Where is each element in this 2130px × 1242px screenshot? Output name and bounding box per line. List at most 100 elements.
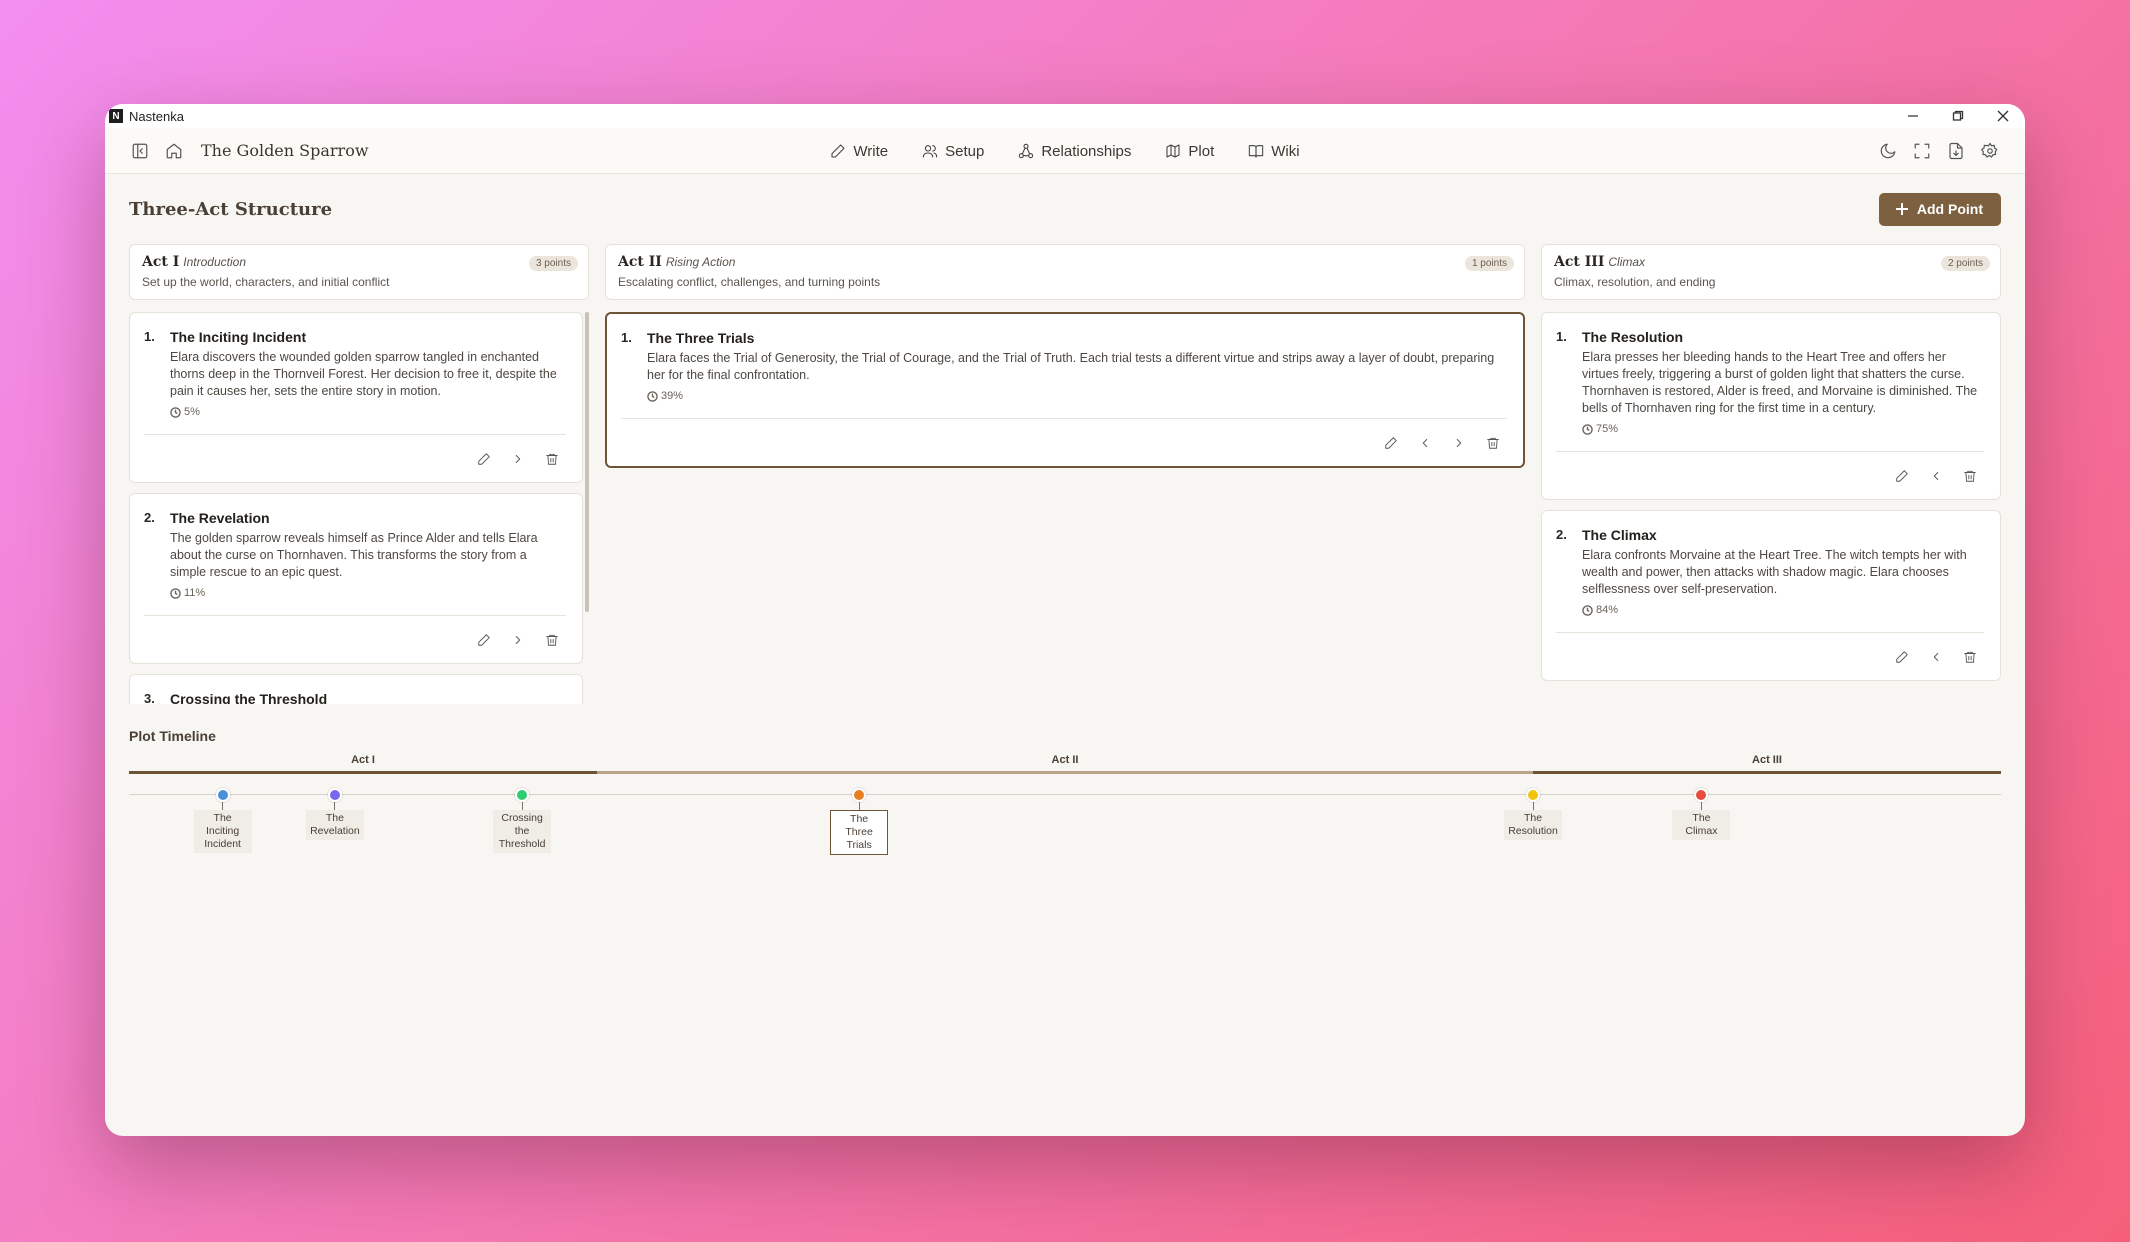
- plot-card-selected[interactable]: 1. The Three Trials Elara faces the Tria…: [605, 312, 1525, 468]
- home-button[interactable]: [157, 134, 191, 168]
- card-text: Elara discovers the wounded golden sparr…: [170, 350, 557, 398]
- close-window-button[interactable]: [1980, 104, 2025, 128]
- act-name: Act II: [618, 254, 662, 270]
- page-header: Three-Act Structure Add Point: [129, 174, 2001, 244]
- timeline-stem: [521, 802, 523, 810]
- act-column-3: Act III Climax Climax, resolution, and en…: [1541, 244, 2001, 704]
- cards-list[interactable]: 1. The Inciting Incident Elara discovers…: [129, 312, 589, 704]
- card-number: 1.: [621, 330, 632, 345]
- act-columns: Act I Introduction Set up the world, char…: [129, 244, 2001, 704]
- settings-button[interactable]: [1973, 134, 2007, 168]
- card-actions: [144, 434, 566, 482]
- minimize-button[interactable]: [1890, 104, 1935, 128]
- nav-write[interactable]: Write: [820, 137, 898, 166]
- card-actions: [1556, 632, 1984, 680]
- nav-relationships[interactable]: Relationships: [1008, 137, 1141, 166]
- timeline-act-bar: [597, 771, 1533, 774]
- card-progress: 39%: [647, 390, 1507, 402]
- cards-list[interactable]: 1. The Three Trials Elara faces the Tria…: [605, 312, 1525, 704]
- timeline-point[interactable]: The Climax: [1661, 788, 1741, 840]
- plus-icon: [1895, 203, 1908, 215]
- timeline-act-label: Act I: [351, 754, 375, 766]
- clock-icon: [170, 587, 181, 599]
- timeline-point[interactable]: Crossing the Threshold: [482, 788, 562, 853]
- plot-card[interactable]: 3. Crossing the Threshold: [129, 674, 583, 704]
- timeline-point-label: Crossing the Threshold: [493, 810, 552, 853]
- close-icon: [1997, 110, 2008, 122]
- timeline-stem: [1532, 802, 1534, 810]
- trash-icon: [1964, 470, 1976, 482]
- file-download-icon: [1949, 142, 1963, 159]
- timeline-stem: [858, 802, 860, 810]
- delete-button[interactable]: [1956, 462, 1984, 490]
- plot-card[interactable]: 1. The Inciting Incident Elara discovers…: [129, 312, 583, 483]
- plot-card[interactable]: 1. The Resolution Elara presses her blee…: [1541, 312, 2001, 500]
- minimize-icon: [1907, 115, 1918, 117]
- users-icon: [922, 145, 938, 158]
- sidebar-icon: [132, 143, 148, 158]
- scrollbar[interactable]: [585, 312, 589, 612]
- move-right-button[interactable]: [504, 445, 532, 473]
- pencil-icon: [1896, 650, 1908, 663]
- timeline-point-label: The Resolution: [1504, 810, 1562, 840]
- timeline-act-label: Act II: [1051, 754, 1079, 766]
- move-left-button[interactable]: [1922, 643, 1950, 671]
- act-subtitle: Introduction: [183, 255, 246, 269]
- plot-card[interactable]: 2. The Climax Elara confronts Morvaine a…: [1541, 510, 2001, 681]
- move-left-button[interactable]: [1922, 462, 1950, 490]
- act-column-1: Act I Introduction Set up the world, char…: [129, 244, 589, 704]
- delete-button[interactable]: [1956, 643, 1984, 671]
- edit-button[interactable]: [470, 445, 498, 473]
- toggle-sidebar-button[interactable]: [123, 134, 157, 168]
- add-point-button[interactable]: Add Point: [1878, 192, 2001, 226]
- main-content: Three-Act Structure Add Point Act I Intro…: [105, 174, 2025, 894]
- timeline-point[interactable]: The Three Trials: [819, 788, 899, 855]
- export-button[interactable]: [1939, 134, 1973, 168]
- timeline-act-label: Act III: [1752, 754, 1782, 766]
- card-title: The Resolution: [1582, 329, 1684, 345]
- card-progress: 5%: [170, 406, 566, 418]
- edit-button[interactable]: [470, 626, 498, 654]
- nav-plot[interactable]: Plot: [1155, 137, 1224, 166]
- move-right-button[interactable]: [1445, 429, 1473, 457]
- chevron-left-icon: [1933, 471, 1939, 480]
- edit-button[interactable]: [1888, 462, 1916, 490]
- nav-label: Setup: [945, 142, 985, 160]
- timeline-title: Plot Timeline: [129, 728, 216, 744]
- timeline-dot: [1694, 788, 1709, 802]
- restore-button[interactable]: [1935, 104, 1980, 128]
- timeline-stem: [222, 802, 224, 810]
- card-progress: 75%: [1582, 423, 1984, 435]
- plot-timeline: Plot Timeline Act I Act II Act III The Inci…: [129, 728, 2001, 894]
- fullscreen-button[interactable]: [1905, 134, 1939, 168]
- timeline-act-bar: [1533, 771, 2001, 774]
- card-number: 2.: [144, 510, 155, 525]
- delete-button[interactable]: [538, 445, 566, 473]
- card-progress: 84%: [1582, 604, 1984, 616]
- move-left-button[interactable]: [1411, 429, 1439, 457]
- card-text: Elara confronts Morvaine at the Heart Tr…: [1582, 548, 1967, 596]
- timeline-stem: [1700, 802, 1702, 810]
- card-text: The golden sparrow reveals himself as Pr…: [170, 531, 538, 579]
- timeline-dot: [327, 788, 342, 802]
- timeline-point[interactable]: The Revelation: [295, 788, 375, 840]
- cards-list[interactable]: 1. The Resolution Elara presses her blee…: [1541, 312, 2001, 704]
- clock-icon: [647, 390, 658, 402]
- delete-button[interactable]: [538, 626, 566, 654]
- timeline-point[interactable]: The Inciting Incident: [183, 788, 263, 853]
- timeline-point[interactable]: The Resolution: [1493, 788, 1573, 840]
- timeline-point-label: The Climax: [1672, 810, 1731, 840]
- plot-card[interactable]: 2. The Revelation The golden sparrow rev…: [129, 493, 583, 664]
- edit-button[interactable]: [1377, 429, 1405, 457]
- nav-setup[interactable]: Setup: [912, 137, 994, 166]
- chevron-right-icon: [515, 454, 521, 463]
- add-point-label: Add Point: [1916, 201, 1983, 217]
- edit-button[interactable]: [1888, 643, 1916, 671]
- nav-wiki[interactable]: Wiki: [1238, 137, 1309, 166]
- dark-mode-button[interactable]: [1871, 134, 1905, 168]
- chevron-left-icon: [1933, 652, 1939, 661]
- move-right-button[interactable]: [504, 626, 532, 654]
- delete-button[interactable]: [1479, 429, 1507, 457]
- card-text: Elara presses her bleeding hands to the …: [1582, 350, 1978, 415]
- pencil-icon: [1896, 469, 1908, 482]
